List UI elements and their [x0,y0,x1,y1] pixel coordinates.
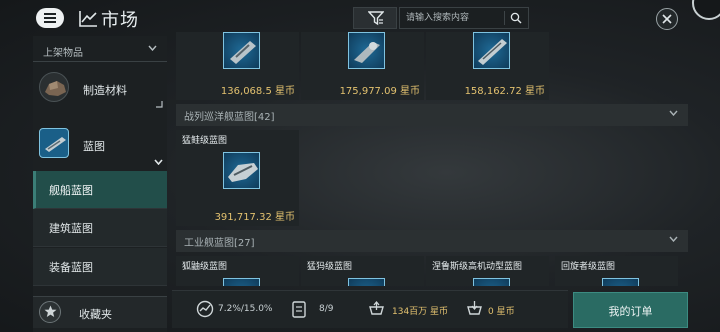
search-icon[interactable] [510,12,522,24]
listing-header-label: 上架物品 [43,48,83,59]
top-bar: 市场 [0,0,720,36]
item-name: 回旋者级蓝图 [561,262,616,272]
close-button[interactable] [656,8,678,30]
tax-rate: 7.2%/15.0% [218,304,273,314]
category-sidebar: 上架物品 制造材料 蓝图 舰船蓝图 建筑蓝图 装备蓝图 [33,36,167,332]
item-image [223,152,260,189]
item-card[interactable]: 猛鲑级蓝图 391,717.32 星币 [176,130,299,226]
order-count: 8/9 [319,304,334,314]
chevron-down-icon [669,236,678,242]
status-bar: 7.2%/15.0% 8/9 134百万 星币 0 星币 [172,290,568,328]
item-name: 狐鼬级蓝图 [182,262,228,272]
item-card[interactable]: 175,977.09 星币 [301,32,424,100]
item-card[interactable]: 涅鲁斯级高机动型蓝图 [426,256,549,286]
section-header-industrial[interactable]: 工业舰蓝图[27] [176,230,688,252]
star-icon [39,301,61,323]
item-image [602,278,639,286]
cart-up-icon [369,300,384,315]
subcategory-structure-blueprints[interactable]: 建筑蓝图 [33,209,167,247]
corner-marker-icon [156,101,163,108]
subcategory-label: 装备蓝图 [49,261,93,274]
escrow-balance: 0 星币 [488,307,515,317]
blueprint-thumbnail [39,128,69,158]
menu-icon[interactable] [36,8,64,28]
chart-icon [79,11,97,27]
search-box [399,7,529,29]
item-image [348,278,385,286]
search-input[interactable] [400,8,504,28]
cart-down-icon [467,301,482,315]
item-card[interactable]: 狐鼬级蓝图 [176,256,299,286]
subcategory-label: 建筑蓝图 [49,222,93,235]
subcategory-ship-blueprints[interactable]: 舰船蓝图 [33,171,167,209]
corner-decoration [692,0,720,20]
item-card[interactable]: 158,162.72 星币 [426,32,549,100]
page-title: 市场 [101,10,139,31]
favorites-button[interactable]: 收藏夹 [33,296,167,328]
favorites-label: 收藏夹 [79,308,112,321]
chevron-down-icon [148,45,157,51]
category-blueprints-label: 蓝图 [83,140,105,153]
item-card[interactable]: 136,068.5 星币 [176,32,299,100]
item-name: 涅鲁斯级高机动型蓝图 [432,262,523,272]
category-materials[interactable]: 制造材料 [33,66,167,112]
my-orders-button[interactable]: 我的订单 [573,292,688,328]
my-orders-label: 我的订单 [608,305,653,318]
filter-icon [368,11,384,26]
materials-thumbnail [39,72,69,102]
gauge-icon [196,300,214,318]
item-price: 391,717.32 星币 [214,212,295,223]
item-price: 158,162.72 星币 [464,86,545,97]
item-image [223,32,260,69]
chevron-down-icon [154,159,163,165]
item-card[interactable]: 回旋者级蓝图 [555,256,678,286]
clipboard-icon [292,301,306,318]
item-image [348,32,385,69]
item-price: 175,977.09 星币 [339,86,420,97]
search-divider [504,11,505,25]
subcategory-label: 舰船蓝图 [49,184,93,197]
item-grid: 136,068.5 星币 175,977.09 星币 158,162.72 星币… [172,32,688,286]
item-price: 136,068.5 星币 [220,86,295,97]
section-title: 工业舰蓝图[27] [184,238,255,249]
item-name: 猛犸级蓝图 [307,262,353,272]
category-blueprints[interactable]: 蓝图 [33,122,167,168]
item-image [473,32,510,69]
item-image [473,278,510,286]
isk-balance: 134百万 星币 [392,307,449,317]
item-image [223,278,260,286]
category-materials-label: 制造材料 [83,84,127,97]
listing-header[interactable]: 上架物品 [33,38,167,62]
section-header-battlecruiser[interactable]: 战列巡洋舰蓝图[42] [176,104,688,126]
item-card[interactable]: 猛犸级蓝图 [301,256,424,286]
section-title: 战列巡洋舰蓝图[42] [184,112,275,123]
chevron-down-icon [669,110,678,116]
filter-button[interactable] [353,7,397,29]
close-icon [662,14,672,24]
subcategory-module-blueprints[interactable]: 装备蓝图 [33,248,167,286]
item-name: 猛鲑级蓝图 [182,136,228,146]
